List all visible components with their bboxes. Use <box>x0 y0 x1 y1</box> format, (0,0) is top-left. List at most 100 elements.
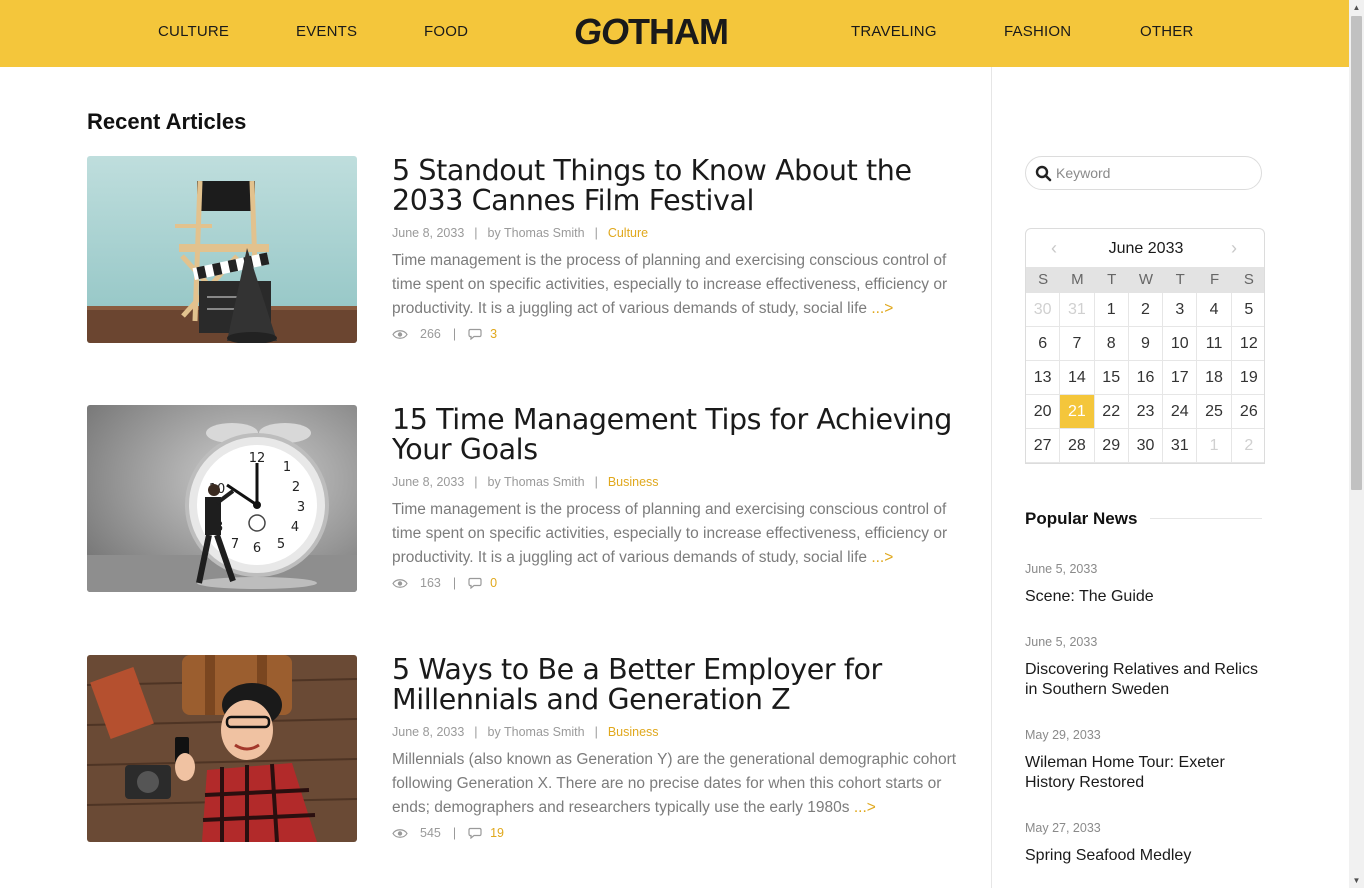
calendar-day-grid: 30 31 1 2 3 4 5 6 7 8 9 10 11 12 13 14 1… <box>1026 293 1264 463</box>
logo-tham-text: THAM <box>628 11 729 52</box>
calendar-day[interactable]: 2 <box>1128 293 1164 327</box>
svg-text:3: 3 <box>297 500 305 515</box>
calendar-widget: ‹ June 2033 › S M T W T F S 30 31 1 2 3 … <box>1025 228 1265 464</box>
article-stats: 266 | 3 <box>392 327 497 341</box>
svg-text:1: 1 <box>283 460 291 475</box>
calendar-day[interactable]: 28 <box>1060 429 1095 463</box>
article-thumbnail-directors-chair[interactable] <box>87 156 357 343</box>
article-category[interactable]: Culture <box>608 226 648 240</box>
meta-separator: | <box>452 826 457 840</box>
calendar-day[interactable]: 20 <box>1026 395 1061 429</box>
svg-text:7: 7 <box>231 537 239 552</box>
calendar-day[interactable]: 29 <box>1094 429 1129 463</box>
calendar-day[interactable]: 1 <box>1197 429 1232 463</box>
article-date: June 8, 2033 <box>392 475 465 489</box>
calendar-day[interactable]: 4 <box>1197 293 1232 327</box>
popular-news-title[interactable]: Wileman Home Tour: Exeter History Restor… <box>1025 753 1265 793</box>
read-more-link[interactable]: ...> <box>854 799 876 816</box>
article-title[interactable]: 5 Ways to Be a Better Employer for Mille… <box>392 655 972 715</box>
svg-text:4: 4 <box>291 520 299 535</box>
view-count: 163 <box>420 576 441 590</box>
calendar-day[interactable]: 14 <box>1060 361 1095 395</box>
calendar-day[interactable]: 27 <box>1026 429 1061 463</box>
calendar-day[interactable]: 1 <box>1094 293 1129 327</box>
comment-count[interactable]: 3 <box>490 327 497 341</box>
view-count: 545 <box>420 826 441 840</box>
weekday-label: S <box>1038 271 1049 288</box>
nav-item-food[interactable]: FOOD <box>424 23 468 40</box>
article-title[interactable]: 5 Standout Things to Know About the 2033… <box>392 156 972 216</box>
calendar-header: ‹ June 2033 › <box>1026 229 1264 267</box>
comment-count[interactable]: 19 <box>490 826 504 840</box>
calendar-day[interactable]: 7 <box>1060 327 1095 361</box>
article-category[interactable]: Business <box>608 725 659 739</box>
eye-icon <box>392 828 408 838</box>
scroll-down-arrow-icon[interactable]: ▼ <box>1349 873 1364 888</box>
meta-separator: | <box>594 226 598 240</box>
nav-item-traveling[interactable]: TRAVELING <box>851 23 937 40</box>
calendar-day[interactable]: 12 <box>1231 327 1264 361</box>
article-excerpt: Time management is the process of planni… <box>392 498 964 570</box>
calendar-day[interactable]: 5 <box>1231 293 1264 327</box>
calendar-next-month-icon[interactable]: › <box>1225 237 1243 259</box>
calendar-day[interactable]: 23 <box>1128 395 1164 429</box>
article-author[interactable]: by Thomas Smith <box>488 725 585 739</box>
section-title: Recent Articles <box>87 109 247 134</box>
calendar-day[interactable]: 31 <box>1163 429 1198 463</box>
calendar-day[interactable]: 24 <box>1163 395 1198 429</box>
calendar-day[interactable]: 9 <box>1128 327 1164 361</box>
article-thumbnail-alarm-clock[interactable]: 1212 345 678 10 <box>87 405 357 592</box>
nav-item-events[interactable]: EVENTS <box>296 23 357 40</box>
article-category[interactable]: Business <box>608 475 659 489</box>
comment-icon <box>468 827 482 839</box>
calendar-day[interactable]: 19 <box>1231 361 1264 395</box>
calendar-day[interactable]: 25 <box>1197 395 1232 429</box>
logo-go-text: GO <box>574 11 629 52</box>
calendar-day[interactable]: 30 <box>1128 429 1164 463</box>
article-card: 5 Standout Things to Know About the 2033… <box>87 156 967 346</box>
scroll-up-arrow-icon[interactable]: ▲ <box>1349 0 1364 15</box>
calendar-day[interactable]: 16 <box>1128 361 1164 395</box>
article-thumbnail-woman-with-phone[interactable] <box>87 655 357 842</box>
read-more-link[interactable]: ...> <box>871 300 893 317</box>
search-icon[interactable] <box>1035 165 1052 182</box>
comment-count[interactable]: 0 <box>490 576 497 590</box>
calendar-day[interactable]: 30 <box>1026 293 1061 327</box>
article-meta: June 8, 2033 | by Thomas Smith | Business <box>392 725 659 739</box>
calendar-day[interactable]: 11 <box>1197 327 1232 361</box>
calendar-day[interactable]: 8 <box>1094 327 1129 361</box>
calendar-day[interactable]: 3 <box>1163 293 1198 327</box>
search-input[interactable] <box>1056 163 1251 183</box>
calendar-day[interactable]: 15 <box>1094 361 1129 395</box>
calendar-day[interactable]: 22 <box>1094 395 1129 429</box>
calendar-day[interactable]: 6 <box>1026 327 1061 361</box>
calendar-day[interactable]: 31 <box>1060 293 1095 327</box>
page-scrollbar[interactable]: ▲ ▼ <box>1349 0 1364 888</box>
calendar-day[interactable]: 26 <box>1231 395 1264 429</box>
nav-item-culture[interactable]: CULTURE <box>158 23 229 40</box>
calendar-day[interactable]: 2 <box>1231 429 1264 463</box>
calendar-day[interactable]: 13 <box>1026 361 1061 395</box>
article-author[interactable]: by Thomas Smith <box>488 226 585 240</box>
search-box <box>1025 156 1262 190</box>
calendar-day-today[interactable]: 21 <box>1060 395 1095 429</box>
scrollbar-thumb[interactable] <box>1351 16 1362 490</box>
meta-separator: | <box>594 475 598 489</box>
popular-news-title[interactable]: Spring Seafood Medley <box>1025 846 1265 866</box>
site-logo[interactable]: GOTHAM <box>574 10 729 54</box>
read-more-link[interactable]: ...> <box>871 549 893 566</box>
sidebar-divider <box>991 67 992 888</box>
article-author[interactable]: by Thomas Smith <box>488 475 585 489</box>
nav-item-other[interactable]: OTHER <box>1140 23 1194 40</box>
calendar-day[interactable]: 10 <box>1163 327 1198 361</box>
comment-icon <box>468 577 482 589</box>
nav-item-fashion[interactable]: FASHION <box>1004 23 1071 40</box>
calendar-day[interactable]: 17 <box>1163 361 1198 395</box>
weekday-label: W <box>1138 271 1154 288</box>
popular-news-title[interactable]: Scene: The Guide <box>1025 587 1265 607</box>
popular-news-title[interactable]: Discovering Relatives and Relics in Sout… <box>1025 660 1265 700</box>
article-title[interactable]: 15 Time Management Tips for Achieving Yo… <box>392 405 972 465</box>
calendar-week-row: 6 7 8 9 10 11 12 <box>1026 327 1264 361</box>
popular-news-heading: Popular News <box>1025 509 1138 528</box>
calendar-day[interactable]: 18 <box>1197 361 1232 395</box>
